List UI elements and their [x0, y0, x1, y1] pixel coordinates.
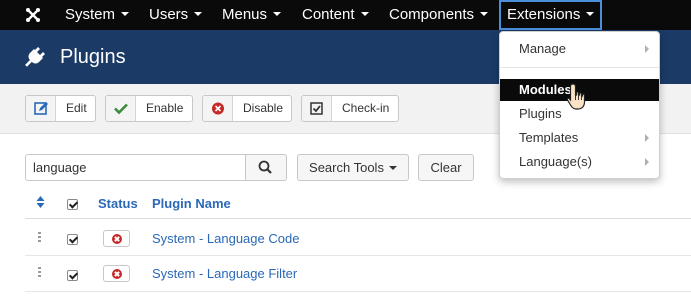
plug-icon — [25, 47, 45, 67]
disabled-status-icon — [112, 269, 122, 279]
enable-button-label: Enable — [146, 101, 184, 115]
sort-icon[interactable] — [36, 196, 45, 208]
chevron-right-icon — [645, 158, 649, 166]
nav-extensions[interactable]: Extensions — [499, 0, 603, 30]
disable-button[interactable]: Disable — [202, 95, 292, 122]
nav-system[interactable]: System — [65, 0, 130, 30]
nav-components-label: Components — [389, 6, 475, 23]
check-in-button[interactable]: Check-in — [301, 95, 399, 122]
menu-item-manage-label: Manage — [519, 41, 566, 56]
status-toggle-button[interactable] — [103, 265, 130, 282]
drag-handle-icon[interactable] — [38, 267, 42, 279]
nav-extensions-label: Extensions — [507, 6, 581, 23]
caret-down-icon — [121, 12, 130, 17]
plugin-name-column-header[interactable]: Plugin Name — [152, 196, 231, 211]
menu-item-templates-label: Templates — [519, 130, 579, 145]
clear-button[interactable]: Clear — [418, 154, 474, 181]
nav-content[interactable]: Content — [302, 0, 369, 30]
caret-down-icon — [480, 12, 489, 17]
checkbox-icon-box — [302, 96, 332, 121]
select-all-checkbox[interactable] — [67, 199, 78, 210]
menu-item-manage[interactable]: Manage — [500, 38, 659, 60]
menu-item-languages-label: Language(s) — [519, 154, 592, 169]
chevron-right-icon — [645, 134, 649, 142]
drag-handle-icon[interactable] — [38, 232, 42, 244]
edit-button-label: Edit — [66, 101, 87, 115]
menu-item-plugins-label: Plugins — [519, 106, 562, 121]
check-icon — [114, 103, 128, 115]
disable-button-label: Disable — [243, 101, 284, 115]
search-tools-label: Search Tools — [309, 160, 384, 175]
edit-icon — [34, 102, 48, 115]
search-icon — [258, 160, 272, 174]
caret-down-icon — [586, 12, 595, 17]
check-icon-box — [106, 96, 136, 121]
disable-icon-box — [203, 96, 233, 121]
page-title: Plugins — [60, 46, 126, 68]
nav-menus[interactable]: Menus — [222, 0, 282, 30]
edit-icon-box — [26, 96, 56, 121]
chevron-right-icon — [645, 45, 649, 53]
menu-item-languages[interactable]: Language(s) — [500, 151, 659, 173]
edit-button[interactable]: Edit — [25, 95, 96, 122]
nav-content-label: Content — [302, 6, 355, 23]
caret-down-icon — [388, 165, 397, 170]
row-checkbox[interactable] — [67, 234, 78, 245]
nav-users-label: Users — [149, 6, 189, 23]
disable-icon — [212, 102, 224, 115]
status-toggle-button[interactable] — [103, 230, 130, 247]
search-input[interactable]: language — [25, 154, 245, 181]
search-tools-button[interactable]: Search Tools — [297, 154, 409, 181]
row-checkbox[interactable] — [67, 270, 78, 281]
nav-users[interactable]: Users — [149, 0, 203, 30]
enable-button[interactable]: Enable — [105, 95, 193, 122]
nav-components[interactable]: Components — [389, 0, 489, 30]
checkbox-icon — [310, 102, 323, 115]
plugin-name-link[interactable]: System - Language Filter — [152, 266, 297, 281]
check-in-button-label: Check-in — [342, 101, 390, 115]
plugin-name-link[interactable]: System - Language Code — [152, 231, 299, 246]
menu-divider — [500, 67, 659, 68]
hand-pointer-cursor-icon — [566, 83, 586, 110]
caret-down-icon — [273, 12, 282, 17]
nav-menus-label: Menus — [222, 6, 268, 23]
menu-item-modules-label: Modules — [519, 82, 572, 97]
caret-down-icon — [194, 12, 203, 17]
menu-item-templates[interactable]: Templates — [500, 127, 659, 149]
nav-system-label: System — [65, 6, 116, 23]
status-column-header[interactable]: Status — [98, 196, 138, 211]
joomla-logo-icon[interactable] — [24, 6, 42, 24]
search-button[interactable] — [245, 154, 287, 181]
caret-down-icon — [360, 12, 369, 17]
disabled-status-icon — [112, 234, 122, 244]
